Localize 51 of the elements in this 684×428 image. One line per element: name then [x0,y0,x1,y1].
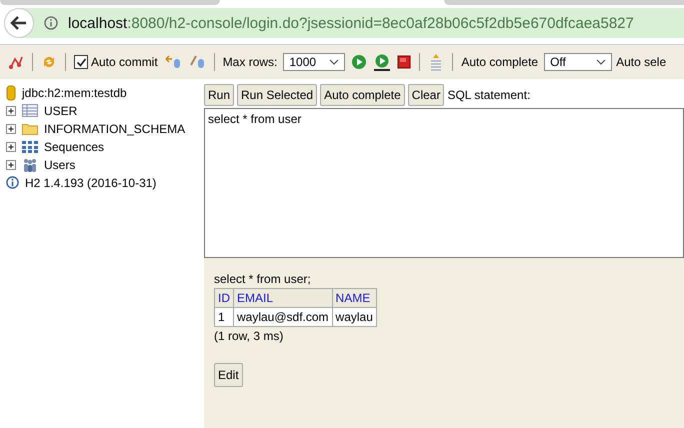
max-rows-select[interactable]: 1000 [283,53,346,71]
version-text: H2 1.4.193 (2016-10-31) [25,176,156,190]
run-selected-icon[interactable] [373,53,392,71]
table-icon [22,104,38,117]
back-arrow-icon [10,15,28,31]
auto-commit-checkbox[interactable]: Auto commit [74,55,158,69]
folder-icon [22,122,38,135]
expand-icon[interactable] [6,160,16,170]
disconnect-icon[interactable] [8,54,24,70]
tree-item[interactable]: Sequences [44,140,104,154]
connection-url[interactable]: jdbc:h2:mem:testdb [22,86,127,100]
table-cell: waylau [332,308,376,326]
expand-icon[interactable] [6,106,16,116]
edit-button[interactable]: Edit [214,363,243,387]
users-icon [22,158,38,172]
caret-icon [596,59,606,65]
max-rows-label: Max rows: [222,55,278,69]
back-button[interactable] [4,8,34,38]
sequence-grid-icon [22,140,38,152]
column-header[interactable]: NAME [332,288,376,308]
database-icon [6,84,16,100]
expand-icon[interactable] [6,142,16,152]
column-header[interactable]: EMAIL [234,288,332,308]
commit-icon[interactable] [188,54,206,70]
auto-select-label: Auto sele [616,55,666,69]
address-bar[interactable]: localhost:8080/h2-console/login.do?jsessionid=8ec0af28b06c5f2db5e670dfcaea5827 [4,8,684,38]
tree-item[interactable]: INFORMATION_SCHEMA [44,122,186,136]
expand-icon[interactable] [6,124,16,134]
tree-item[interactable]: Users [44,158,76,172]
query-button[interactable]: Run Selected [237,84,318,106]
result-summary: (1 row, 3 ms) [214,329,284,343]
table-cell: waylau@sdf.com [234,308,332,326]
tree-item[interactable]: USER [44,104,78,118]
stop-icon[interactable] [397,55,412,69]
caret-icon [329,59,340,65]
table-cell: 1 [214,308,234,326]
info-icon [6,176,19,189]
run-icon[interactable] [351,54,368,70]
query-button[interactable]: Auto complete [320,84,405,106]
sql-editor[interactable]: select * from user [204,108,684,258]
checkmark-icon [76,56,86,68]
auto-complete-label: Auto complete [461,55,538,69]
query-button[interactable]: Run [204,84,234,106]
query-button[interactable]: Clear [408,84,444,106]
column-header[interactable]: ID [214,288,234,308]
sql-statement-label: SQL statement: [447,88,530,102]
url-text: localhost:8080/h2-console/login.do?jsessionid=8ec0af28b06c5f2db5e670dfcaea5827 [68,14,634,32]
executed-statement: select * from user; [214,272,311,286]
auto-complete-select[interactable]: Off [544,53,612,71]
rollback-icon[interactable] [164,54,182,70]
info-icon[interactable] [44,16,58,30]
